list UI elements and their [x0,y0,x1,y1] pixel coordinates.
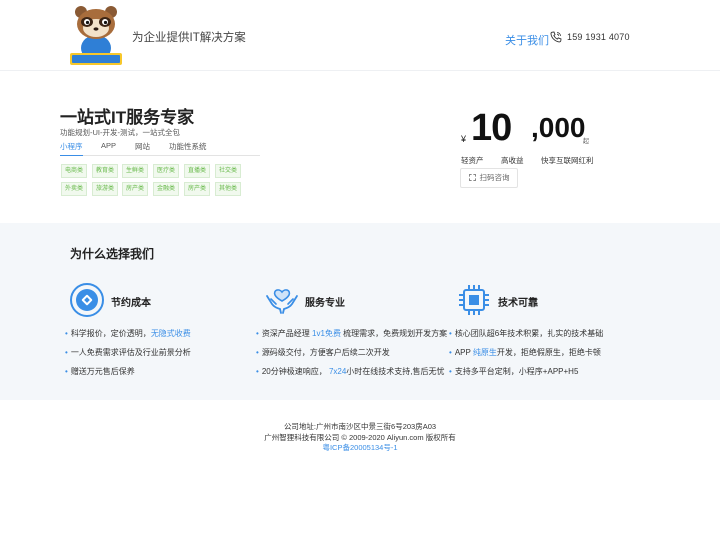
piggy-coin-icon [70,283,104,317]
service-tabs: 小程序 APP 网站 功能性系统 [60,141,260,156]
tag-education[interactable]: 教育类 [92,164,118,178]
currency-symbol: ¥ [461,134,467,144]
scan-consult-label: 扫码咨询 [479,173,510,182]
price-rest: ,000 [531,112,586,143]
stat-high-return: 高收益 [501,156,524,165]
tag-travel[interactable]: 旅游类 [92,182,118,196]
footer-address: 公司地址:广州市南沙区中景三街6号203房A03 [283,422,437,431]
chip-icon [459,285,489,315]
price-suffix: 起 [583,139,590,145]
bullet-cost-3: • 赠送万元售后保养 [65,367,135,376]
tag-live[interactable]: 直播类 [184,164,210,178]
tag-other[interactable]: 其他类 [215,182,241,196]
hands-heart-icon [266,289,298,314]
tag-fresh[interactable]: 生鲜类 [122,164,148,178]
hero-title: 一站式IT服务专家 [60,108,195,127]
bullet-tech-1: • 核心团队超6年技术积累，扎实的技术基础 [449,329,604,338]
header-tagline: 为企业提供IT解决方案 [132,32,246,44]
scan-consult-button[interactable]: 扫码咨询 [460,168,518,188]
tag-property[interactable]: 房产类 [184,182,210,196]
feature-title-tech: 技术可靠 [498,298,538,309]
scan-icon [468,174,476,181]
bullet-service-3: • 20分钟极速响应， 7x24小时在线技术支持,售后无忧 [256,367,445,376]
tag-realestate[interactable]: 房产类 [122,182,148,196]
tab-miniprogram[interactable]: 小程序 [60,141,83,156]
tab-functional-system[interactable]: 功能性系统 [169,141,207,156]
bullet-service-2: • 源码级交付，方便客户后续二次开发 [256,348,390,357]
tag-delivery[interactable]: 外卖类 [61,182,87,196]
why-title: 为什么选择我们 [70,247,155,261]
tag-finance[interactable]: 金融类 [153,182,179,196]
bullet-tech-2: • APP 纯原生开发，拒绝假原生，拒绝卡顿 [449,348,601,357]
feature-title-cost: 节约成本 [111,298,151,309]
tab-app[interactable]: APP [101,141,116,156]
tag-medical[interactable]: 医疗类 [153,164,179,178]
tag-social[interactable]: 社交类 [215,164,241,178]
tab-website[interactable]: 网站 [135,141,150,156]
site-header: 为企业提供IT解决方案 关于我们 159 1931 4070 [0,0,720,71]
hero-subtitle: 功能规划-UI-开发-测试，一站式全包 [60,128,180,137]
stat-internet-dividend: 快享互联网红利 [541,156,594,165]
bullet-cost-2: • 一人免费需求评估及行业前景分析 [65,348,191,357]
phone-icon [550,31,562,43]
feature-title-service: 服务专业 [305,298,345,309]
stat-light-asset: 轻资产 [461,156,484,165]
bullet-service-1: • 资深产品经理 1v1免费 梳理需求，免费规划开发方案 [256,329,448,338]
raccoon-logo-icon[interactable] [69,4,123,66]
bullet-tech-3: • 支持多平台定制，小程序+APP+H5 [449,367,579,376]
phone-number: 159 1931 4070 [567,32,630,42]
footer-icp-link[interactable]: 粤ICP备20005134号-1 [0,442,720,453]
price-main: 10 [471,107,512,149]
tag-ecommerce[interactable]: 电商类 [61,164,87,178]
about-us-link[interactable]: 关于我们 [505,32,549,48]
bullet-cost-1: • 科学报价，定价透明，无隐式收费 [65,329,191,338]
